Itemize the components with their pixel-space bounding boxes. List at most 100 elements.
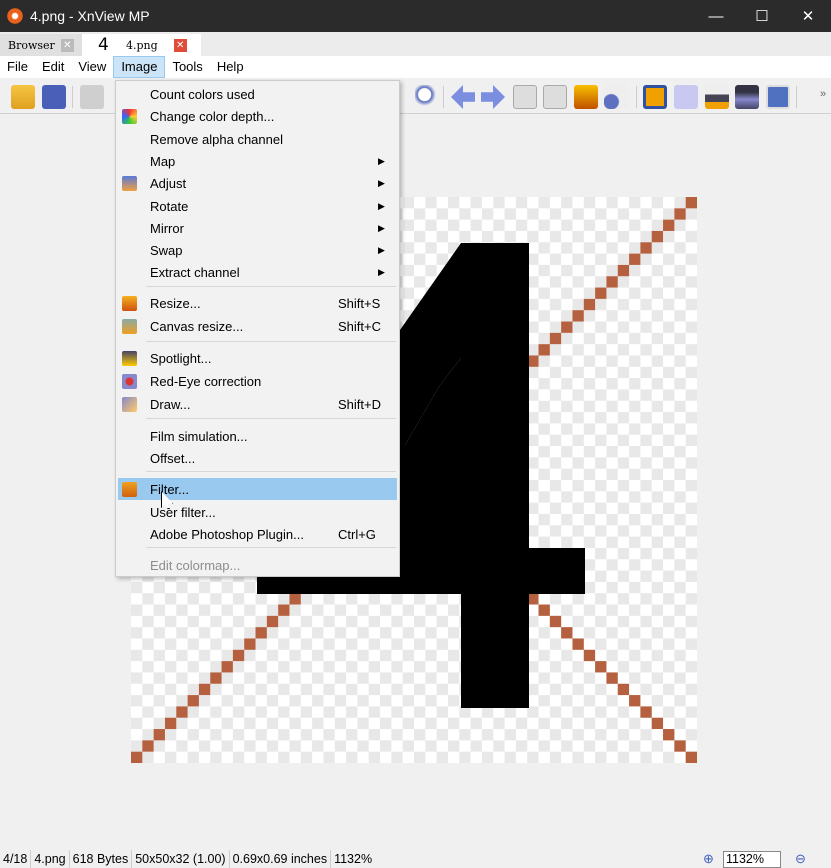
menu-item-canvas-resize[interactable]: Canvas resize... Shift+C — [118, 315, 397, 337]
line-pixel — [595, 661, 607, 673]
zoom-out-icon[interactable]: ⊖ — [795, 851, 806, 867]
line-pixel — [176, 706, 188, 718]
save-icon[interactable] — [42, 85, 66, 109]
maximize-button[interactable]: ☐ — [739, 0, 785, 32]
line-pixel — [561, 627, 573, 639]
menu-image[interactable]: Image — [113, 56, 166, 78]
scan-icon[interactable] — [735, 85, 759, 109]
spotlight-icon — [122, 350, 137, 366]
close-button[interactable]: ✕ — [785, 0, 831, 32]
menu-item-user-filter[interactable]: User filter... — [118, 501, 397, 523]
line-pixel — [685, 751, 697, 763]
line-pixel — [131, 751, 143, 763]
line-pixel — [278, 604, 290, 616]
menu-item-adobe-photoshop-plugin[interactable]: Adobe Photoshop Plugin... Ctrl+G — [118, 523, 397, 545]
menu-item-label: Filter... — [150, 481, 190, 497]
line-pixel — [651, 717, 664, 730]
zoom-field[interactable]: 1132% — [723, 851, 781, 868]
line-pixel — [538, 344, 550, 356]
menu-item-offset[interactable]: Offset... — [118, 447, 397, 469]
menu-item-change-color-depth[interactable]: Change color depth... — [118, 105, 397, 127]
menu-item-rotate[interactable]: Rotate ▶ — [118, 195, 397, 217]
line-pixel — [572, 638, 584, 650]
menu-file[interactable]: File — [0, 56, 35, 78]
line-pixel — [187, 695, 199, 707]
undo-icon[interactable] — [80, 85, 104, 109]
window-title: 4.png - XnView MP — [30, 8, 150, 24]
menu-item-adjust[interactable]: Adjust ▶ — [118, 172, 397, 194]
red-eye-icon — [122, 373, 137, 389]
edit-icon[interactable] — [674, 85, 698, 109]
tab-browser[interactable]: Browser ✕ — [0, 34, 82, 56]
line-pixel — [606, 276, 618, 288]
menu-item-draw[interactable]: Draw... Shift+D — [118, 393, 397, 415]
toolbar-overflow-button[interactable]: » — [820, 88, 826, 100]
menu-item-film-simulation[interactable]: Film simulation... — [118, 425, 397, 447]
close-tab-icon[interactable]: ✕ — [60, 38, 74, 52]
zoom-in-icon[interactable]: ⊕ — [703, 851, 714, 867]
menu-item-mirror[interactable]: Mirror ▶ — [118, 217, 397, 239]
status-bar: 4/18 4.png 618 Bytes 50x50x32 (1.00) 0.6… — [0, 850, 831, 868]
line-pixel — [232, 649, 245, 662]
menu-help[interactable]: Help — [210, 56, 251, 78]
status-filename: 4.png — [31, 850, 70, 868]
menu-item-shortcut: Shift+S — [338, 295, 381, 311]
menu-item-label: Rotate — [150, 198, 189, 214]
title-bar: 4.png - XnView MP — ☐ ✕ — [0, 0, 831, 32]
line-pixel — [583, 298, 596, 311]
tab-bar: Browser ✕ 4 4.png ✕ — [0, 32, 831, 56]
menu-separator — [146, 418, 396, 419]
menu-item-label: Canvas resize... — [150, 318, 244, 334]
line-pixel — [606, 672, 618, 684]
line-pixel — [674, 208, 686, 220]
browse-folder-icon[interactable] — [11, 85, 35, 109]
menu-item-label: Swap — [150, 242, 183, 258]
menu-item-label: Offset... — [150, 450, 196, 466]
menu-item-label: Extract channel — [150, 264, 240, 280]
line-pixel — [153, 729, 165, 741]
capture-icon[interactable] — [766, 85, 790, 109]
zoom-out-icon[interactable] — [415, 85, 439, 109]
menu-bar: File Edit View Image Tools Help — [0, 56, 831, 78]
menu-item-remove-alpha-channel[interactable]: Remove alpha channel — [118, 128, 397, 150]
previous-icon[interactable] — [451, 85, 475, 109]
next-icon[interactable] — [481, 85, 505, 109]
menu-item-filter[interactable]: Filter... — [118, 478, 397, 500]
menu-item-extract-channel[interactable]: Extract channel ▶ — [118, 261, 397, 283]
line-pixel — [663, 219, 675, 231]
line-pixel — [674, 740, 686, 752]
menu-item-map[interactable]: Map ▶ — [118, 150, 397, 172]
info-icon[interactable] — [604, 85, 628, 109]
submenu-arrow-icon: ▶ — [378, 155, 385, 166]
line-pixel — [685, 197, 697, 209]
submenu-arrow-icon: ▶ — [378, 244, 385, 255]
first-page-icon[interactable] — [513, 85, 537, 109]
menu-item-resize[interactable]: Resize... Shift+S — [118, 292, 397, 314]
xnview-logo-icon — [6, 7, 24, 25]
menu-item-label: Adobe Photoshop Plugin... — [150, 526, 304, 542]
tab-4png[interactable]: 4 4.png ✕ — [82, 34, 201, 56]
menu-item-label: Map — [150, 153, 176, 169]
line-pixel — [289, 593, 301, 605]
menu-item-red-eye-correction[interactable]: Red-Eye correction — [118, 370, 397, 392]
status-dimensions: 50x50x32 (1.00) — [132, 850, 230, 868]
submenu-arrow-icon: ▶ — [378, 200, 385, 211]
print-icon[interactable] — [705, 85, 729, 109]
status-zoom: 1132% — [334, 852, 373, 866]
line-pixel — [221, 661, 233, 673]
menu-item-count-colors-used[interactable]: Count colors used — [118, 83, 397, 105]
menu-edit[interactable]: Edit — [35, 56, 71, 78]
next-page-icon[interactable] — [543, 85, 567, 109]
menu-tools[interactable]: Tools — [165, 56, 209, 78]
line-pixel — [595, 287, 607, 299]
menu-item-spotlight[interactable]: Spotlight... — [118, 347, 397, 369]
line-pixel — [244, 638, 256, 650]
menu-view[interactable]: View — [71, 56, 113, 78]
menu-item-label: Change color depth... — [150, 108, 275, 124]
minimize-button[interactable]: — — [693, 0, 739, 32]
fit-image-icon[interactable] — [643, 85, 667, 109]
close-tab-icon[interactable]: ✕ — [173, 38, 187, 52]
menu-item-swap[interactable]: Swap ▶ — [118, 239, 397, 261]
tab-thumbnail: 4 — [98, 35, 109, 55]
slideshow-icon[interactable] — [574, 85, 598, 109]
